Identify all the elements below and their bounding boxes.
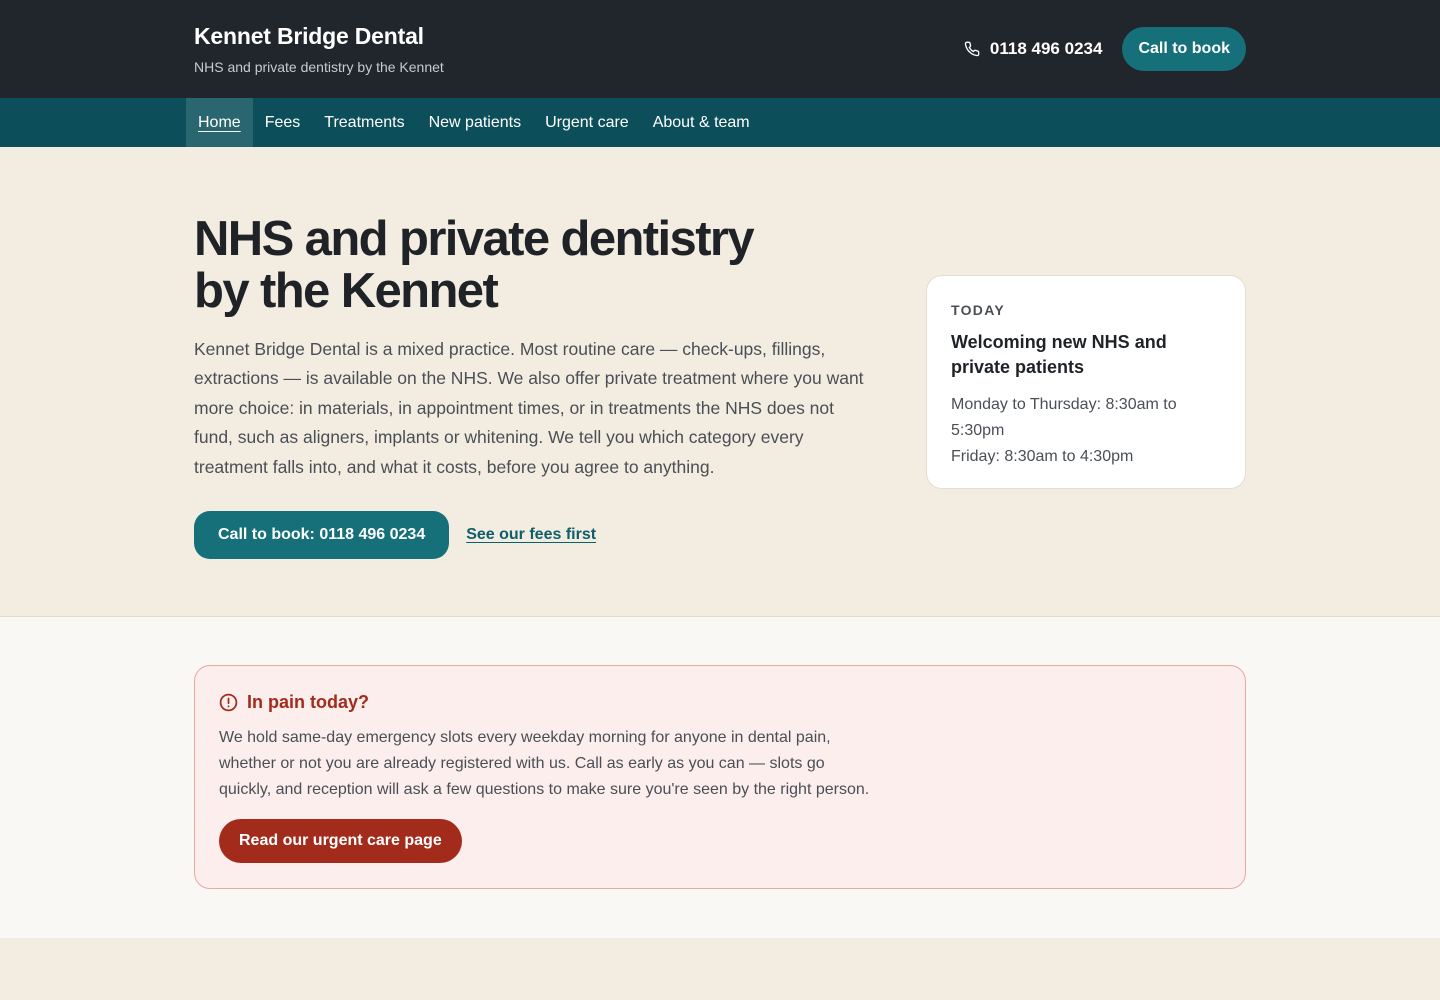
call-to-book-button[interactable]: Call to book (1122, 27, 1246, 71)
see-fees-link[interactable]: See our fees first (466, 526, 596, 544)
urgent-section: In pain today? We hold same-day emergenc… (0, 617, 1440, 938)
hero-section: NHS and private dentistry by the Kennet … (0, 147, 1440, 617)
urgent-heading: In pain today? (219, 692, 1221, 713)
hero-main: NHS and private dentistry by the Kennet … (194, 147, 874, 560)
nav-item-home: Home (186, 98, 253, 147)
nav-link-urgent-care[interactable]: Urgent care (533, 98, 641, 147)
nav-item-treatments: Treatments (312, 98, 416, 147)
brand-tagline: NHS and private dentistry by the Kennet (194, 59, 444, 75)
nav-link-fees[interactable]: Fees (253, 98, 313, 147)
nav-link-home[interactable]: Home (186, 98, 253, 147)
nav-item-fees: Fees (253, 98, 313, 147)
call-to-book-phone-button[interactable]: Call to book: 0118 496 0234 (194, 511, 450, 560)
alert-circle-icon (219, 693, 238, 712)
hours-mon-thu: Monday to Thursday: 8:30am to 5:30pm (951, 396, 1177, 439)
header-actions: 0118 496 0234 Call to book (964, 27, 1246, 71)
main-nav: Home Fees Treatments New patients Urgent… (0, 98, 1440, 147)
opening-hours: Monday to Thursday: 8:30am to 5:30pm Fri… (951, 392, 1221, 470)
urgent-care-button[interactable]: Read our urgent care page (219, 819, 462, 863)
brand[interactable]: Kennet Bridge Dental NHS and private den… (194, 23, 444, 75)
phone-link[interactable]: 0118 496 0234 (964, 39, 1103, 59)
urgent-text: We hold same-day emergency slots every w… (219, 729, 870, 798)
phone-icon (964, 41, 980, 57)
nav-item-new-patients: New patients (417, 98, 534, 147)
today-card: TODAY Welcoming new NHS and private pati… (926, 275, 1246, 489)
urgent-callout: In pain today? We hold same-day emergenc… (194, 665, 1246, 889)
hero-actions: Call to book: 0118 496 0234 See our fees… (194, 511, 874, 560)
site-header: Kennet Bridge Dental NHS and private den… (0, 0, 1440, 98)
brand-name[interactable]: Kennet Bridge Dental (194, 23, 444, 50)
nav-link-treatments[interactable]: Treatments (312, 98, 416, 147)
phone-number: 0118 496 0234 (989, 39, 1103, 58)
today-title: Welcoming new NHS and private patients (951, 332, 1167, 377)
hero-title: NHS and private dentistry by the Kennet (194, 212, 755, 318)
hours-fri: Friday: 8:30am to 4:30pm (951, 448, 1134, 465)
urgent-title: In pain today? (247, 692, 370, 712)
nav-item-about: About & team (641, 98, 762, 147)
nav-list: Home Fees Treatments New patients Urgent… (186, 98, 762, 147)
hero-lead: Kennet Bridge Dental is a mixed practice… (194, 339, 864, 477)
nav-link-new-patients[interactable]: New patients (417, 98, 534, 147)
nav-link-about[interactable]: About & team (641, 98, 762, 147)
nav-item-urgent-care: Urgent care (533, 98, 641, 147)
today-eyebrow: TODAY (951, 302, 1005, 318)
